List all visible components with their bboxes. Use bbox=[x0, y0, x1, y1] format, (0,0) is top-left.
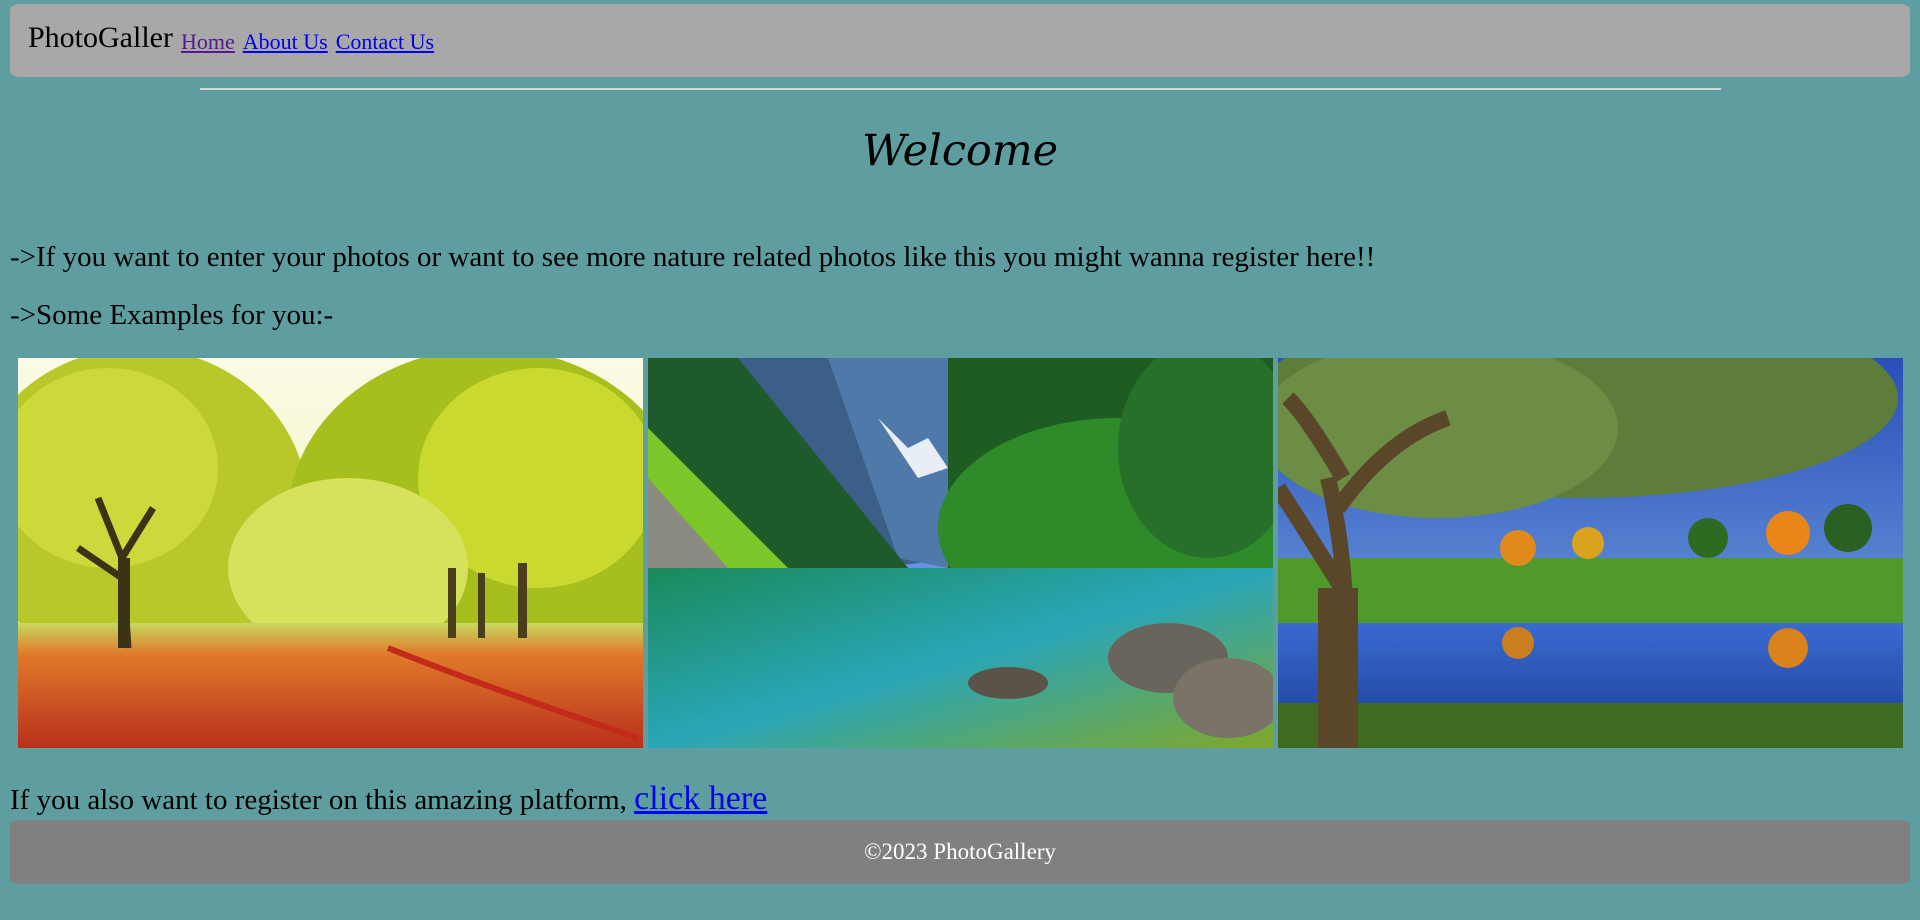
header-bar: PhotoGaller Home About Us Contact Us bbox=[10, 4, 1910, 77]
examples-heading: ->Some Examples for you:- bbox=[10, 299, 334, 331]
gallery-photo-mountain-lake bbox=[648, 358, 1273, 748]
page-title: Welcome bbox=[861, 126, 1059, 176]
nav-link-contact-us[interactable]: Contact Us bbox=[336, 29, 434, 55]
register-link[interactable]: click here bbox=[634, 780, 767, 817]
footer-copyright: ©2023 PhotoGallery bbox=[864, 839, 1056, 864]
register-text: If you also want to register on this ama… bbox=[10, 784, 627, 816]
header-divider bbox=[200, 88, 1721, 90]
register-prompt: If you also want to register on this ama… bbox=[10, 780, 767, 818]
site-brand: PhotoGaller bbox=[28, 20, 173, 54]
intro-text: ->If you want to enter your photos or wa… bbox=[10, 241, 1376, 273]
gallery-photo-autumn-park bbox=[18, 358, 643, 748]
nav-link-home[interactable]: Home bbox=[181, 29, 235, 55]
footer: ©2023 PhotoGallery bbox=[10, 820, 1910, 884]
gallery-photo-tree-pond bbox=[1278, 358, 1903, 748]
nav-link-about-us[interactable]: About Us bbox=[243, 29, 328, 55]
photo-gallery bbox=[18, 358, 1903, 748]
